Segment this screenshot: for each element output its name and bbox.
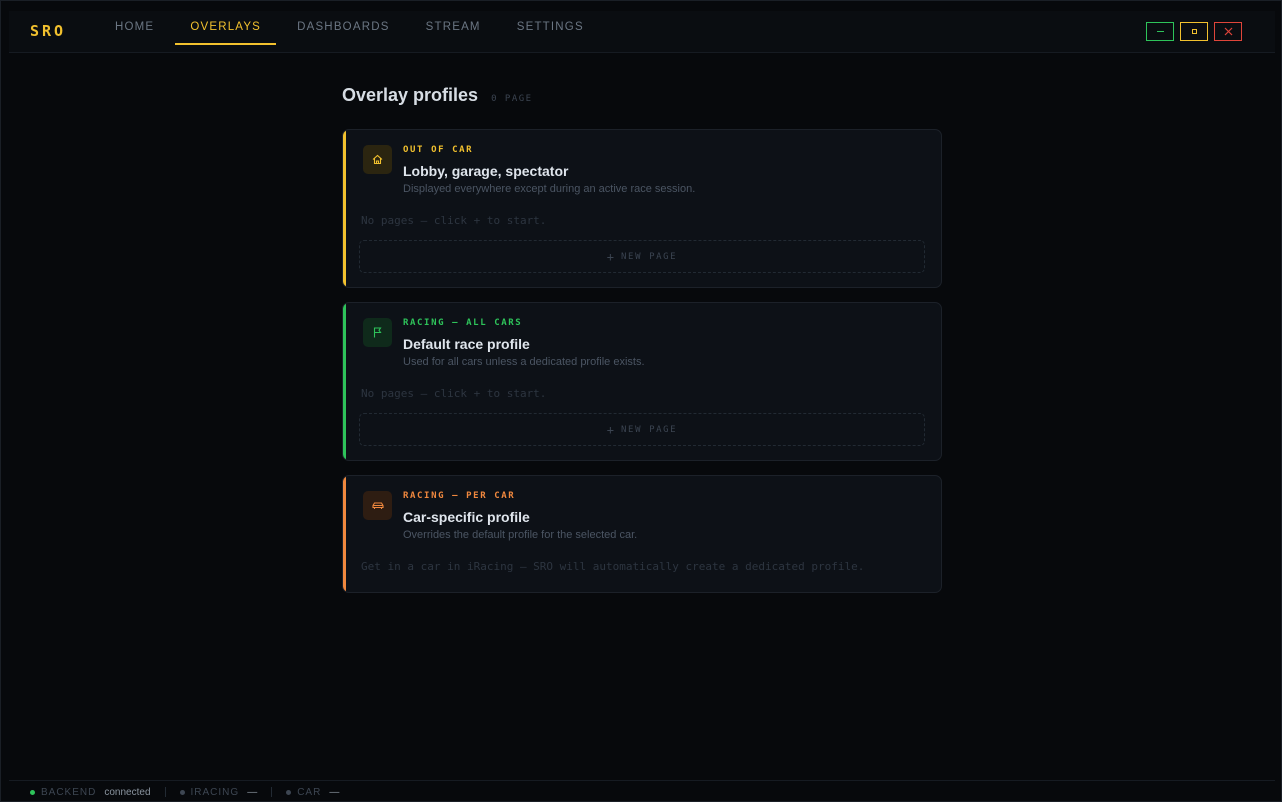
card-subtitle: Overrides the default profile for the se… <box>403 529 638 541</box>
status-bar: BACKEND connected IRACING — CAR — <box>9 780 1275 802</box>
card-title: Lobby, garage, spectator <box>403 163 569 179</box>
empty-pages-text: No pages — click + to start. <box>361 387 547 400</box>
card-meta: OUT OF CAR Lobby, garage, spectator Disp… <box>403 145 903 195</box>
nav-settings[interactable]: SETTINGS <box>502 11 599 45</box>
maximize-icon <box>1191 29 1197 34</box>
card-title: Default race profile <box>403 336 530 352</box>
status-value: connected <box>104 786 151 798</box>
home-icon <box>363 145 392 174</box>
car-icon <box>363 491 392 520</box>
status-label: IRACING <box>190 786 240 798</box>
card-category: OUT OF CAR <box>403 145 474 155</box>
new-page-label: NEW PAGE <box>621 424 678 435</box>
empty-profile-hint: Get in a car in iRacing — SRO will autom… <box>361 560 865 573</box>
status-dot-icon <box>286 789 292 795</box>
page-header: Overlay profiles 0 PAGE <box>342 85 942 109</box>
maximize-button[interactable] <box>1180 22 1208 41</box>
plus-icon: + <box>606 422 615 437</box>
status-label: CAR <box>297 786 322 798</box>
status-separator <box>271 787 273 797</box>
card-category: RACING — PER CAR <box>403 491 516 501</box>
status-value: — <box>247 786 258 798</box>
empty-pages-text: No pages — click + to start. <box>361 214 547 227</box>
profile-card-out-of-car: OUT OF CAR Lobby, garage, spectator Disp… <box>342 129 942 288</box>
top-bar: SRO HOME OVERLAYS DASHBOARDS STREAM SETT… <box>9 11 1275 53</box>
status-dot-icon <box>179 789 185 795</box>
status-iracing: IRACING — <box>179 786 258 798</box>
app-window: SRO HOME OVERLAYS DASHBOARDS STREAM SETT… <box>0 0 1282 802</box>
new-page-button[interactable]: + NEW PAGE <box>359 240 925 273</box>
card-meta: RACING — PER CAR Car-specific profile Ov… <box>403 491 903 541</box>
card-subtitle: Used for all cars unless a dedicated pro… <box>403 356 645 368</box>
status-car: CAR — <box>286 787 339 798</box>
nav-stream[interactable]: STREAM <box>411 11 496 45</box>
status-separator <box>164 787 166 797</box>
status-label: BACKEND <box>41 786 97 798</box>
card-subtitle: Displayed everywhere except during an ac… <box>403 183 696 195</box>
nav-overlays[interactable]: OVERLAYS <box>175 11 277 45</box>
page-count: 0 PAGE <box>491 94 533 104</box>
minimize-icon <box>1156 31 1164 32</box>
profile-card-default-race: RACING — ALL CARS Default race profile U… <box>342 302 942 461</box>
card-meta: RACING — ALL CARS Default race profile U… <box>403 318 903 368</box>
status-dot-icon <box>30 789 35 795</box>
page-title: Overlay profiles <box>342 85 479 105</box>
card-title: Car-specific profile <box>403 509 530 525</box>
status-value: — <box>329 786 340 798</box>
card-accent <box>343 303 346 460</box>
card-accent <box>343 130 346 287</box>
app-logo: SRO <box>30 22 67 40</box>
new-page-button[interactable]: + NEW PAGE <box>359 413 925 446</box>
plus-icon: + <box>606 249 615 264</box>
flag-icon <box>363 318 392 347</box>
close-button[interactable] <box>1214 22 1242 41</box>
main-nav: HOME OVERLAYS DASHBOARDS STREAM SETTINGS <box>100 11 605 45</box>
profile-card-per-car: RACING — PER CAR Car-specific profile Ov… <box>342 475 942 593</box>
main-content: Overlay profiles 0 PAGE OUT OF CAR Lobby… <box>342 85 942 607</box>
card-accent <box>343 476 346 592</box>
close-icon <box>1224 27 1232 36</box>
minimize-button[interactable] <box>1146 22 1174 41</box>
status-backend: BACKEND connected <box>30 787 151 798</box>
card-category: RACING — ALL CARS <box>403 318 523 328</box>
nav-home[interactable]: HOME <box>100 11 169 45</box>
new-page-label: NEW PAGE <box>621 251 678 262</box>
nav-dashboards[interactable]: DASHBOARDS <box>282 11 405 45</box>
